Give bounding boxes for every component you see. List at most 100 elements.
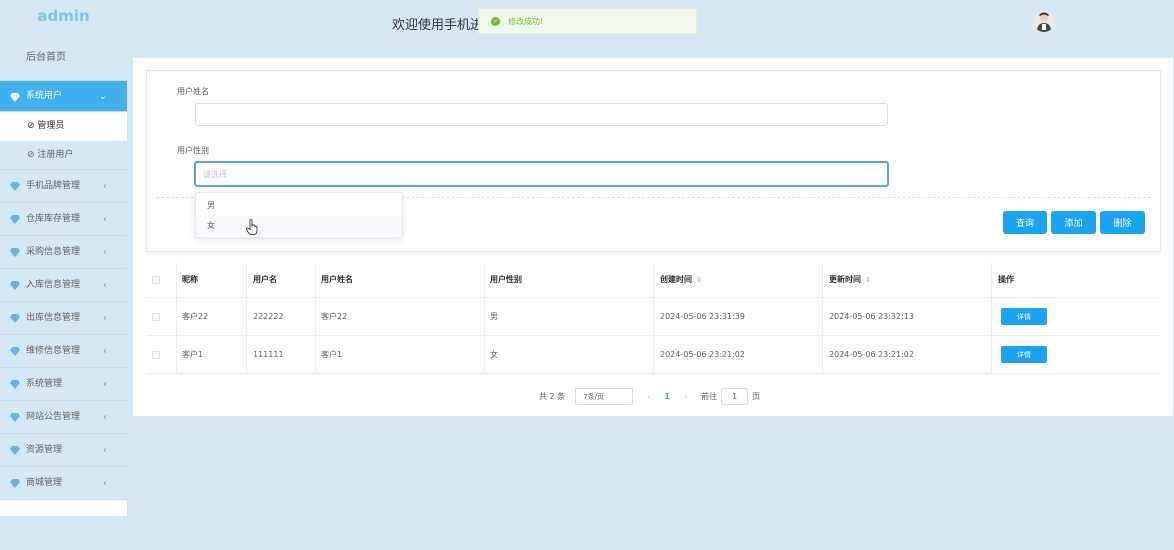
cell-realname: 客户1 [321, 350, 343, 359]
brand-logo: admin [37, 7, 90, 25]
cell-actions: 详情 [1001, 336, 1047, 373]
sidebar-item-label: 系统管理 [26, 379, 63, 389]
cell-gender: 女 [490, 350, 498, 359]
sidebar-item-system-management[interactable]: 系统管理 ‹ [0, 368, 127, 401]
gender-select[interactable]: 请选择 [194, 161, 889, 187]
gender-dropdown: 男 女 [195, 192, 403, 238]
chevron-left-icon: ‹ [103, 181, 107, 192]
table-row: 客户22 222222 客户22 男 2024-05-06 23:31:39 2… [146, 298, 1161, 336]
header-gender: 用户性别 [490, 275, 522, 284]
column-separator [176, 298, 177, 335]
cell-updated: 2024-05-06 23:32:13 [829, 312, 914, 321]
sidebar-item-label: 仓库库存管理 [26, 214, 81, 224]
sidebar-item-label: 出库信息管理 [26, 313, 81, 323]
success-toast: ✓ 修改成功! [478, 8, 697, 34]
prev-page-icon[interactable]: ‹ [647, 392, 650, 401]
chevron-left-icon: ‹ [103, 313, 107, 324]
cell-created: 2024-05-06 23:21:02 [660, 350, 745, 359]
header-updated[interactable]: 更新时间 ⇕ [829, 262, 871, 297]
sidebar-item-repair[interactable]: 维修信息管理 ‹ [0, 335, 127, 368]
sidebar-item-warehouse[interactable]: 仓库库存管理 ‹ [0, 203, 127, 236]
chevron-left-icon: ‹ [103, 214, 107, 225]
sidebar-subitem-admin[interactable]: ⊘ 管理员 [0, 112, 127, 141]
column-separator [653, 298, 654, 335]
sidebar-item-system-users[interactable]: 系统用户 ⌄ [0, 81, 127, 112]
user-avatar-icon [1037, 12, 1051, 32]
diamond-icon [10, 479, 20, 488]
pagination-total: 共 2 条 [539, 392, 566, 401]
page-number-current[interactable]: 1 [664, 392, 670, 401]
row-checkbox[interactable] [152, 350, 160, 359]
cell-updated: 2024-05-06 23:21:02 [829, 350, 914, 359]
diamond-icon [10, 413, 20, 422]
table-row: 客户1 111111 客户1 女 2024-05-06 23:21:02 202… [146, 336, 1161, 374]
sidebar-item-label: 维修信息管理 [26, 346, 81, 356]
column-separator [176, 262, 177, 297]
column-separator [991, 336, 992, 373]
column-separator [822, 298, 823, 335]
column-separator [315, 298, 316, 335]
detail-button[interactable]: 详情 [1001, 346, 1047, 363]
gender-option-female[interactable]: 女 [196, 216, 402, 236]
name-label: 用户姓名 [177, 87, 209, 96]
detail-button[interactable]: 详情 [1001, 308, 1047, 325]
name-input[interactable] [195, 103, 888, 126]
row-select-cell [152, 336, 160, 373]
sidebar-item-inbound[interactable]: 入库信息管理 ‹ [0, 269, 127, 302]
welcome-title: 欢迎使用手机进 [392, 18, 484, 33]
sidebar-item-label: 系统用户 [26, 91, 63, 101]
page-size-select[interactable]: 7条/页 [575, 388, 634, 405]
diamond-icon [10, 182, 20, 191]
sidebar-item-label: 网站公告管理 [26, 412, 81, 422]
check-circle-icon: ✓ [491, 16, 500, 26]
goto-label: 前往 [701, 392, 718, 401]
gender-label: 用户性别 [177, 146, 209, 155]
diamond-icon [10, 446, 20, 455]
sidebar-item-announcements[interactable]: 网站公告管理 ‹ [0, 401, 127, 434]
sort-icon[interactable]: ⇕ [865, 276, 871, 284]
query-button[interactable]: 查询 [1003, 211, 1047, 234]
next-page-icon[interactable]: › [684, 392, 687, 401]
sidebar-item-outbound[interactable]: 出库信息管理 ‹ [0, 302, 127, 335]
user-table: 昵称 用户名 用户姓名 用户性别 创建时间 ⇕ 更新时间 ⇕ 操作 客户22 2… [146, 262, 1161, 374]
sidebar-item-shop[interactable]: 商城管理 ‹ [0, 467, 127, 500]
header-created[interactable]: 创建时间 ⇕ [660, 262, 702, 297]
avatar[interactable] [1033, 10, 1055, 32]
sidebar-item-label: 采购信息管理 [26, 247, 81, 257]
chevron-left-icon: ‹ [103, 346, 107, 357]
cell-actions: 详情 [1001, 298, 1047, 335]
column-separator [484, 336, 485, 373]
diamond-icon [10, 347, 20, 356]
header-realname: 用户姓名 [321, 275, 353, 284]
add-button[interactable]: 添加 [1051, 211, 1096, 234]
diamond-icon [10, 93, 20, 102]
pagination: 共 2 条 7条/页 ‹ 1 › 前往 1 页 [539, 388, 760, 405]
select-all-checkbox[interactable] [152, 275, 160, 284]
sidebar-item-label: 入库信息管理 [26, 280, 81, 290]
sidebar-subitem-registered-users[interactable]: ⊘ 注册用户 [0, 141, 127, 170]
column-separator [653, 262, 654, 297]
chevron-left-icon: ‹ [103, 379, 107, 390]
column-separator [653, 336, 654, 373]
sidebar: admin 后台首页 系统用户 ⌄ ⊘ 管理员 ⊘ 注册用户 手机品牌管理 ‹ … [0, 0, 127, 516]
column-separator [991, 262, 992, 297]
gender-option-male[interactable]: 男 [196, 196, 402, 216]
cell-username: 111111 [253, 350, 284, 359]
sidebar-item-resources[interactable]: 资源管理 ‹ [0, 434, 127, 467]
header-created-label: 创建时间 [660, 275, 692, 284]
sort-icon[interactable]: ⇕ [696, 276, 702, 284]
sidebar-home-link[interactable]: 后台首页 [0, 35, 127, 81]
sidebar-item-label: 商城管理 [26, 478, 63, 488]
column-separator [484, 298, 485, 335]
goto-page-input[interactable]: 1 [721, 388, 749, 405]
chevron-left-icon: ‹ [103, 247, 107, 258]
cell-gender: 男 [490, 312, 498, 321]
chevron-left-icon: ‹ [103, 445, 107, 456]
sidebar-item-phone-brand[interactable]: 手机品牌管理 ‹ [0, 170, 127, 203]
delete-button[interactable]: 删除 [1100, 211, 1145, 234]
row-checkbox[interactable] [152, 312, 160, 321]
select-all-cell [152, 262, 160, 297]
toast-message: 修改成功! [508, 16, 544, 26]
sidebar-footer [0, 500, 127, 516]
sidebar-item-purchase[interactable]: 采购信息管理 ‹ [0, 236, 127, 269]
